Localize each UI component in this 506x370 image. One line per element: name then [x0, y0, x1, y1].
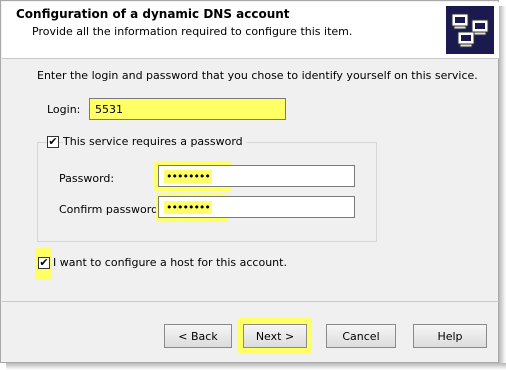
- password-label: Password:: [59, 172, 115, 185]
- confirm-masked: ••••••••: [164, 200, 212, 214]
- cancel-button[interactable]: Cancel: [326, 324, 396, 348]
- host-checkbox[interactable]: ✔: [38, 257, 50, 269]
- window-shadow-bottom: [6, 363, 506, 370]
- password-input[interactable]: ••••••••: [158, 165, 355, 187]
- next-button[interactable]: Next >: [243, 324, 307, 348]
- confirm-password-label: Confirm password:: [59, 203, 162, 216]
- password-required-checkbox[interactable]: ✔: [47, 136, 59, 148]
- dialog-header: Configuration of a dynamic DNS account P…: [2, 2, 499, 59]
- dialog-title: Configuration of a dynamic DNS account: [16, 7, 290, 21]
- login-label: Login:: [47, 103, 81, 116]
- host-label: I want to configure a host for this acco…: [53, 256, 287, 269]
- login-input[interactable]: 5531: [89, 98, 286, 120]
- password-masked: ••••••••: [164, 169, 212, 183]
- password-group: [37, 142, 377, 242]
- back-button[interactable]: < Back: [164, 324, 232, 348]
- network-computers-icon: [446, 6, 494, 54]
- intro-text: Enter the login and password that you ch…: [37, 69, 478, 82]
- password-required-label: This service requires a password: [63, 135, 246, 148]
- confirm-password-input[interactable]: ••••••••: [158, 196, 355, 218]
- window-shadow-right: [499, 6, 506, 368]
- footer-separator: [2, 301, 499, 302]
- help-button[interactable]: Help: [413, 324, 487, 348]
- dialog-window: Configuration of a dynamic DNS account P…: [0, 0, 499, 363]
- dialog-subtitle: Provide all the information required to …: [32, 25, 353, 38]
